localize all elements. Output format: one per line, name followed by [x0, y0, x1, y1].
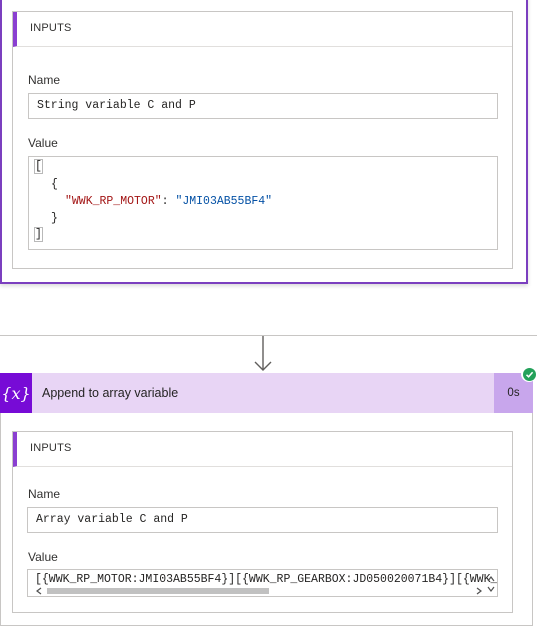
json-colon: :: [161, 195, 176, 208]
scroll-right-icon[interactable]: [475, 587, 483, 595]
json-open-bracket: [: [34, 159, 43, 174]
inputs-header-label: INPUTS: [30, 22, 72, 34]
name-field-2[interactable]: Array variable C and P: [27, 507, 498, 533]
json-open-brace: {: [51, 178, 58, 191]
variable-icon: {x}: [0, 373, 32, 413]
json-close-brace: }: [51, 212, 58, 225]
success-check-icon: [521, 366, 537, 382]
array-value-text: [{WWK_RP_MOTOR:JMI03AB55BF4}][{WWK_RP_GE…: [35, 573, 498, 586]
name-field[interactable]: String variable C and P: [28, 93, 498, 119]
scroll-updown-icon[interactable]: [486, 574, 496, 594]
json-value: "JMI03AB55BF4": [175, 195, 273, 208]
name-label: Name: [28, 73, 61, 87]
json-key: "WWK_RP_MOTOR": [65, 195, 162, 208]
name-label-2: Name: [28, 487, 61, 501]
inputs-header-label-2: INPUTS: [30, 442, 72, 454]
json-close-bracket: ]: [34, 227, 43, 242]
scrollbar-thumb[interactable]: [47, 588, 269, 594]
inputs-header-2: INPUTS: [13, 432, 512, 467]
action-title: Append to array variable: [42, 386, 179, 400]
arrow-down-icon: [254, 336, 272, 371]
horizontal-scrollbar[interactable]: [35, 586, 499, 596]
scroll-left-icon[interactable]: [35, 587, 43, 595]
value-label-2: Value: [28, 550, 58, 564]
inputs-header: INPUTS: [13, 12, 512, 47]
value-label: Value: [28, 136, 58, 150]
value-field[interactable]: [ { "WWK_RP_MOTOR": "JMI03AB55BF4" } ]: [28, 156, 498, 250]
